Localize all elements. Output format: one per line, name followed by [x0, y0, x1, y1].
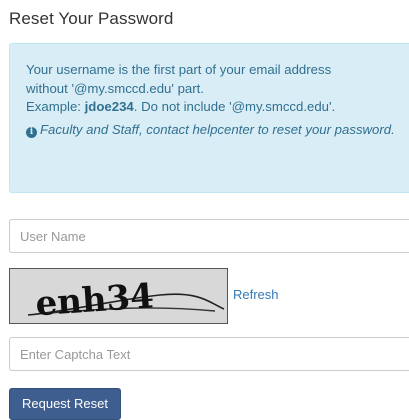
captcha-glyphs: enh34: [34, 276, 155, 323]
example-prefix: Example:: [26, 99, 85, 114]
info-note-text: Faculty and Staff, contact helpcenter to…: [40, 121, 395, 137]
example-username: jdoe234: [84, 99, 134, 114]
reset-password-page: Reset Your Password Your username is the…: [0, 0, 409, 420]
example-suffix: . Do not include '@my.smccd.edu'.: [133, 99, 336, 114]
username-input[interactable]: [9, 219, 409, 253]
info-circle-icon: i: [26, 126, 37, 138]
captcha-input[interactable]: [9, 337, 409, 371]
page-title: Reset Your Password: [9, 9, 174, 28]
info-example: Example: jdoe234. Do not include '@my.sm…: [26, 98, 409, 117]
refresh-captcha-link[interactable]: Refresh: [233, 287, 279, 302]
info-line-1: Your username is the first part of your …: [26, 62, 332, 77]
info-note: i Faculty and Staff, contact helpcenter t…: [26, 121, 396, 140]
captcha-graphic: enh34: [10, 269, 227, 323]
captcha-image: enh34: [9, 268, 228, 324]
info-line-2: without '@my.smccd.edu' part.: [26, 80, 204, 96]
info-alert: Your username is the first part of your …: [9, 43, 409, 193]
request-reset-button[interactable]: Request Reset: [9, 388, 121, 420]
